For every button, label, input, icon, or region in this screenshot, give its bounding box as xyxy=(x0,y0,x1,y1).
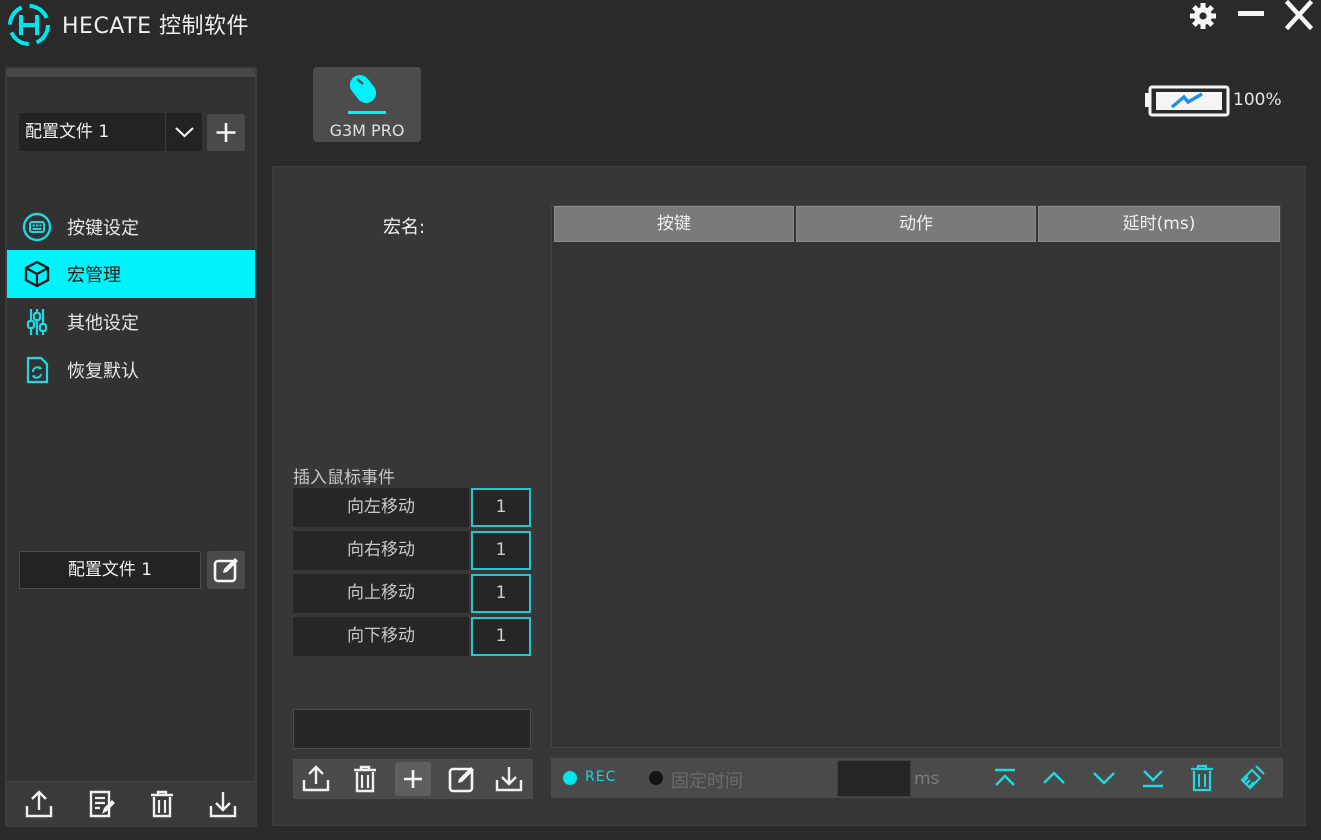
close-button[interactable] xyxy=(1284,0,1314,30)
move-down-amount[interactable]: 1 xyxy=(471,617,531,656)
device-name: G3M PRO xyxy=(329,121,405,140)
trash-icon xyxy=(1191,764,1213,792)
settings-button[interactable] xyxy=(1188,1,1218,31)
move-to-bottom-button[interactable] xyxy=(1137,763,1169,793)
profile-name-field[interactable]: 配置文件 1 xyxy=(19,551,201,589)
export-profile-button[interactable] xyxy=(23,788,55,820)
chevron-down-icon xyxy=(1093,772,1115,785)
move-down-button[interactable]: 向下移动 xyxy=(293,617,469,656)
macro-list-toolbar xyxy=(293,759,533,799)
sidebar: 配置文件 1 按键设定 宏管理 其他设定 恢复默认 配置文件 1 xyxy=(5,67,257,827)
minimize-button[interactable] xyxy=(1236,1,1266,31)
sidebar-item-restore-default[interactable]: 恢复默认 xyxy=(7,346,255,394)
column-header-action: 动作 xyxy=(796,206,1036,242)
restore-icon xyxy=(21,355,53,385)
rec-radio[interactable] xyxy=(563,771,577,785)
rename-profile-button[interactable] xyxy=(207,551,245,589)
add-profile-button[interactable] xyxy=(207,114,245,151)
move-right-button[interactable]: 向右移动 xyxy=(293,531,469,570)
sidebar-item-label: 按键设定 xyxy=(67,218,139,239)
sidebar-item-label: 宏管理 xyxy=(67,265,121,286)
import-macro-button[interactable] xyxy=(491,762,527,796)
rec-label: REC xyxy=(585,769,617,785)
move-up-item-button[interactable] xyxy=(1038,763,1070,793)
move-bottom-icon xyxy=(1143,770,1163,788)
broom-icon xyxy=(1240,765,1265,790)
profile-dropdown-button[interactable] xyxy=(165,113,202,151)
move-top-icon xyxy=(995,768,1015,786)
sidebar-action-bar xyxy=(7,781,255,825)
profile-select[interactable]: 配置文件 1 xyxy=(19,113,165,151)
macro-panel: 宏名: 插入鼠标事件 向左移动 1 向右移动 1 向上移动 1 向下移动 1 按… xyxy=(272,166,1306,826)
delete-profile-button[interactable] xyxy=(146,788,178,820)
import-profile-button[interactable] xyxy=(207,788,239,820)
macro-name-label: 宏名: xyxy=(383,217,426,238)
fixed-delay-input[interactable] xyxy=(837,760,911,797)
move-left-button[interactable]: 向左移动 xyxy=(293,488,469,527)
move-left-amount[interactable]: 1 xyxy=(471,488,531,527)
close-icon xyxy=(1284,0,1314,30)
battery-percentage: 100% xyxy=(1233,90,1282,110)
plus-icon xyxy=(216,123,236,142)
notes-icon xyxy=(89,790,115,818)
add-macro-button[interactable] xyxy=(395,762,431,796)
device-tile[interactable]: G3M PRO xyxy=(313,67,421,142)
record-toolbar: REC 固定时间 ms xyxy=(551,758,1283,798)
insert-mouse-event-title: 插入鼠标事件 xyxy=(293,468,395,488)
notes-button[interactable] xyxy=(85,788,117,820)
edit-macro-button[interactable] xyxy=(443,762,479,796)
import-icon xyxy=(209,792,237,818)
export-icon xyxy=(302,765,330,792)
column-header-key: 按键 xyxy=(554,206,794,242)
chevron-up-icon xyxy=(1043,771,1065,784)
keyboard-icon xyxy=(21,212,53,242)
sidebar-item-other-settings[interactable]: 其他设定 xyxy=(7,298,255,346)
chevron-down-icon xyxy=(175,127,194,138)
move-up-amount[interactable]: 1 xyxy=(471,574,531,613)
delete-macro-button[interactable] xyxy=(347,762,383,796)
fixed-time-radio[interactable] xyxy=(649,771,663,785)
import-icon xyxy=(495,767,523,792)
fixed-time-label: 固定时间 xyxy=(671,771,743,792)
move-left-row: 向左移动 1 xyxy=(293,488,533,527)
sidebar-item-macro[interactable]: 宏管理 xyxy=(7,250,255,298)
delay-unit-label: ms xyxy=(914,769,940,789)
sidebar-item-label: 恢复默认 xyxy=(67,361,139,382)
clear-events-button[interactable] xyxy=(1236,763,1268,793)
gear-icon xyxy=(1190,3,1216,29)
move-right-amount[interactable]: 1 xyxy=(471,531,531,570)
battery-icon xyxy=(1144,84,1230,118)
move-down-row: 向下移动 1 xyxy=(293,617,533,656)
move-up-button[interactable]: 向上移动 xyxy=(293,574,469,613)
minimize-icon xyxy=(1238,11,1264,16)
sliders-icon xyxy=(21,307,53,337)
sidebar-item-label: 其他设定 xyxy=(67,313,139,334)
app-title: HECATE 控制软件 xyxy=(62,14,249,39)
trash-icon xyxy=(354,765,376,793)
trash-icon xyxy=(151,790,173,818)
column-header-delay: 延时(ms) xyxy=(1038,206,1280,242)
export-macro-button[interactable] xyxy=(298,762,334,796)
move-down-item-button[interactable] xyxy=(1088,763,1120,793)
move-right-row: 向右移动 1 xyxy=(293,531,533,570)
move-up-row: 向上移动 1 xyxy=(293,574,533,613)
delete-event-button[interactable] xyxy=(1186,763,1218,793)
edit-icon xyxy=(448,767,474,793)
mouse-icon xyxy=(344,71,390,117)
macro-cube-icon xyxy=(21,259,53,289)
hecate-logo-icon xyxy=(6,2,52,48)
macro-event-table[interactable]: 按键 动作 延时(ms) xyxy=(551,205,1281,748)
sidebar-item-key-settings[interactable]: 按键设定 xyxy=(7,203,255,251)
macro-name-input[interactable] xyxy=(293,709,531,749)
move-to-top-button[interactable] xyxy=(989,763,1021,793)
plus-icon xyxy=(404,770,422,788)
edit-icon xyxy=(213,558,238,583)
sidebar-header-bar xyxy=(7,69,255,77)
export-icon xyxy=(25,790,53,818)
